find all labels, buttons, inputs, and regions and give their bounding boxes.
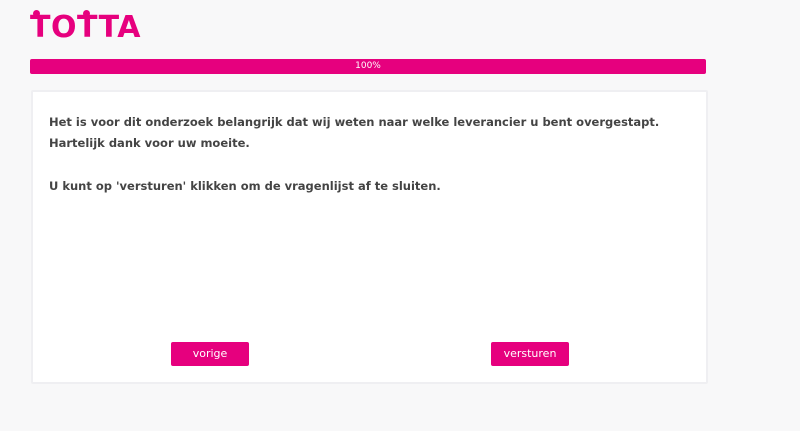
progress-label: 100% — [355, 61, 381, 71]
intro-line: Het is voor dit onderzoek belangrijk dat… — [49, 115, 660, 129]
submit-button[interactable]: versturen — [491, 342, 569, 366]
logo-dot-right — [83, 10, 90, 17]
logo-dot-left — [33, 10, 40, 17]
progress-bar: 100% — [30, 59, 706, 74]
thanks-line: Hartelijk dank voor uw moeite. — [49, 136, 250, 150]
previous-button[interactable]: vorige — [171, 342, 249, 366]
instruction-line: U kunt op 'versturen' klikken om de vrag… — [49, 179, 441, 193]
question-text: Het is voor dit onderzoek belangrijk dat… — [49, 112, 689, 197]
brand-logo: TOTTA — [30, 10, 140, 46]
question-panel: Het is voor dit onderzoek belangrijk dat… — [31, 90, 708, 384]
